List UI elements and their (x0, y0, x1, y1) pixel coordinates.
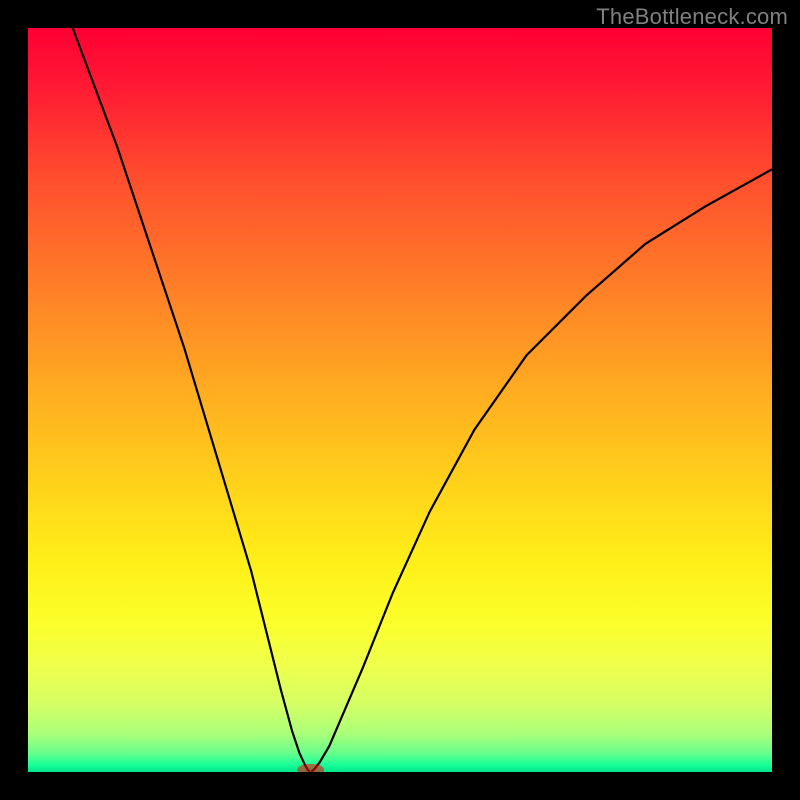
bottleneck-chart (28, 28, 772, 772)
chart-frame (28, 28, 772, 772)
gradient-background (28, 28, 772, 772)
watermark-text: TheBottleneck.com (596, 4, 788, 30)
